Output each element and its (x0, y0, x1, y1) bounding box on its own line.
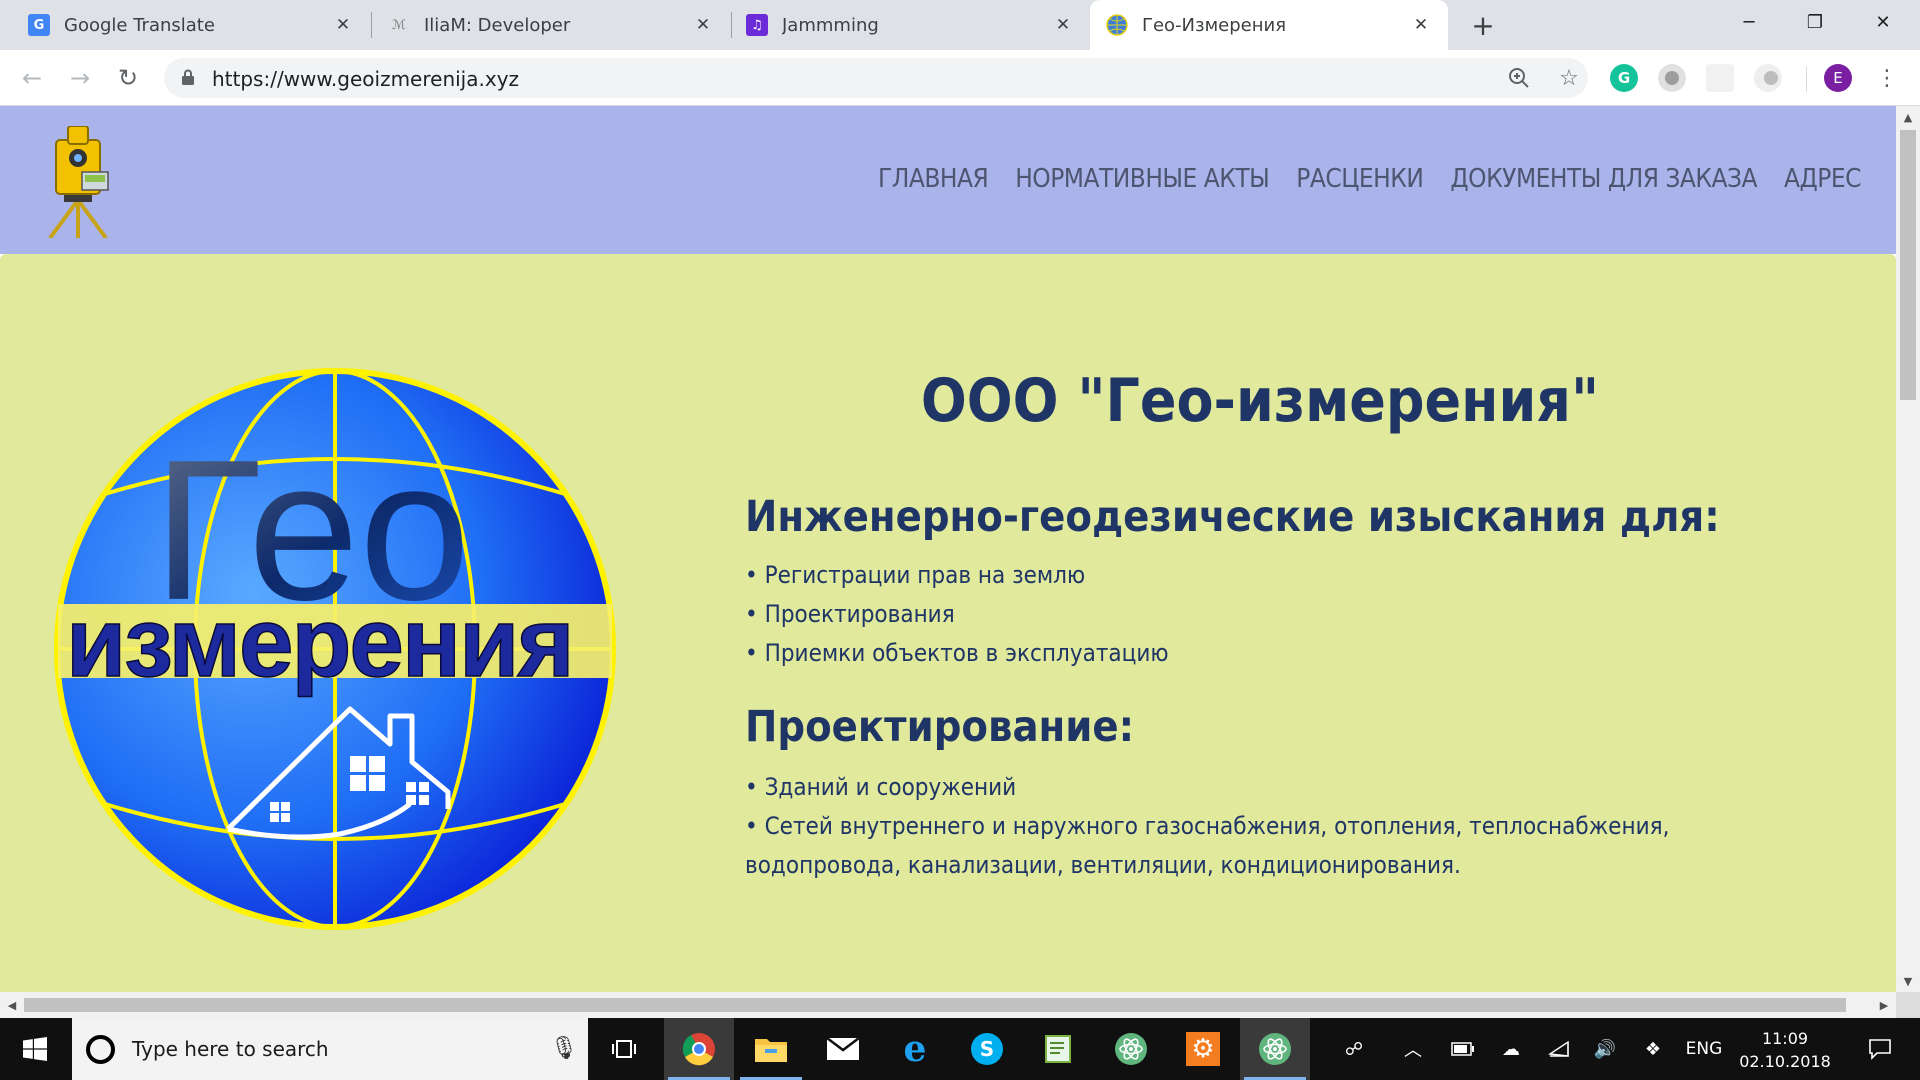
dropbox-icon[interactable]: ❖ (1636, 1018, 1670, 1080)
extension-circle-icon[interactable] (1658, 64, 1686, 92)
clock-date: 02.10.2018 (1739, 1052, 1831, 1071)
nav-link-home[interactable]: ГЛАВНАЯ (878, 164, 989, 194)
close-icon[interactable]: ✕ (1050, 12, 1076, 38)
skype-icon[interactable]: S (952, 1018, 1022, 1080)
people-icon[interactable]: ☍ (1334, 1018, 1374, 1080)
browser-toolbar: ← → ↻ https://www.geoizmerenija.xyz ☆ G … (0, 50, 1920, 106)
close-icon[interactable]: ✕ (1408, 12, 1434, 38)
horizontal-scroll-thumb[interactable] (24, 998, 1846, 1012)
start-button[interactable] (0, 1018, 70, 1080)
tab-title: Гео-Измерения (1142, 14, 1287, 36)
forward-button[interactable]: → (62, 60, 98, 96)
atom-editor-active-icon[interactable] (1240, 1018, 1310, 1080)
address-bar[interactable]: https://www.geoizmerenija.xyz ☆ (164, 58, 1588, 98)
close-window-button[interactable]: ✕ (1850, 0, 1916, 44)
tab-google-translate[interactable]: G Google Translate ✕ (0, 0, 370, 50)
nav-link-documents[interactable]: ДОКУМЕНТЫ ДЛЯ ЗАКАЗА (1450, 164, 1757, 194)
windows-taskbar: Type here to search 🎙 e S ⚙ ☍ ︿ ☁ 🔊 ❖ EN… (0, 1018, 1920, 1080)
google-translate-icon: G (28, 14, 50, 36)
section-heading-design: Проектирование: (745, 702, 1135, 752)
list-item: • Сетей внутреннего и наружного газоснаб… (745, 812, 1670, 879)
tab-geo-izmerenija[interactable]: Гео-Измерения ✕ (1090, 0, 1448, 50)
geo-izmerenija-logo: Гео измерения (54, 368, 616, 930)
restore-button[interactable]: ❐ (1782, 0, 1848, 44)
extension-moon-icon[interactable] (1754, 64, 1782, 92)
close-icon[interactable]: ✕ (690, 12, 716, 38)
url-text[interactable]: https://www.geoizmerenija.xyz (212, 67, 519, 91)
settings-app-icon[interactable]: ⚙ (1168, 1018, 1238, 1080)
toolbar-divider (1806, 66, 1807, 92)
notepad-plus-icon[interactable] (1024, 1018, 1094, 1080)
tab-title: Google Translate (64, 14, 215, 36)
microphone-icon[interactable]: 🎙 (550, 1036, 578, 1064)
list-item: • Проектирования (745, 600, 955, 628)
file-explorer-icon[interactable] (736, 1018, 806, 1080)
vertical-scrollbar[interactable]: ▲ ▼ (1896, 106, 1920, 992)
tab-title: IliaM: Developer (424, 14, 571, 36)
minimize-button[interactable]: ─ (1716, 0, 1782, 44)
jammming-icon: ♫ (746, 14, 768, 36)
survey-list: • Регистрации прав на землю • Проектиров… (745, 556, 1805, 673)
company-name: ООО "Гео-измерения" (920, 366, 1600, 436)
extension-square-icon[interactable] (1706, 64, 1734, 92)
total-station-logo[interactable] (42, 126, 114, 238)
back-button[interactable]: ← (14, 60, 50, 96)
globe-icon (1106, 14, 1128, 36)
tab-jammming[interactable]: ♫ Jammming ✕ (732, 0, 1090, 50)
system-clock[interactable]: 11:09 02.10.2018 (1730, 1027, 1840, 1073)
input-language[interactable]: ENG (1682, 1018, 1726, 1080)
horizontal-scrollbar[interactable]: ◀ ▶ (0, 992, 1896, 1018)
signature-icon: ℳ (392, 17, 406, 33)
browser-menu-icon[interactable]: ⋮ (1872, 62, 1902, 94)
lock-icon[interactable] (182, 69, 194, 85)
taskbar-search[interactable]: Type here to search 🎙 (72, 1018, 588, 1080)
site-nav: ГЛАВНАЯ НОРМАТИВНЫЕ АКТЫ РАСЦЕНКИ ДОКУМЕ… (878, 164, 1862, 194)
internet-explorer-icon[interactable]: e (880, 1018, 950, 1080)
scroll-down-arrow-icon[interactable]: ▼ (1896, 970, 1920, 992)
battery-icon[interactable] (1446, 1018, 1480, 1080)
cortana-icon (86, 1035, 115, 1064)
list-item: • Зданий и сооружений (745, 773, 1017, 801)
section-heading-surveys: Инженерно-геодезические изыскания для: (745, 492, 1720, 542)
site-header: ГЛАВНАЯ НОРМАТИВНЫЕ АКТЫ РАСЦЕНКИ ДОКУМЕ… (0, 106, 1896, 254)
profile-avatar[interactable]: E (1824, 64, 1852, 92)
nav-link-prices[interactable]: РАСЦЕНКИ (1296, 164, 1424, 194)
action-center-icon[interactable] (1850, 1018, 1910, 1080)
tab-strip: G Google Translate ✕ ℳ IliaM: Developer … (0, 0, 1920, 50)
chrome-taskbar-icon[interactable] (664, 1018, 734, 1080)
logo-word-izmerenija: измерения (66, 587, 573, 697)
nav-link-regulations[interactable]: НОРМАТИВНЫЕ АКТЫ (1015, 164, 1270, 194)
new-tab-button[interactable]: + (1466, 8, 1500, 42)
reload-button[interactable]: ↻ (110, 60, 146, 96)
main-content: Гео измерения ООО "Гео-измерения" Инжене… (0, 254, 1896, 1018)
scrollbar-corner (1896, 992, 1920, 1018)
list-item: • Приемки объектов в эксплуатацию (745, 639, 1169, 667)
zoom-icon[interactable] (1504, 63, 1534, 93)
nav-link-address[interactable]: АДРЕС (1784, 164, 1862, 194)
tab-iliam-developer[interactable]: ℳ IliaM: Developer ✕ (372, 0, 730, 50)
onedrive-cloud-icon[interactable]: ☁ (1494, 1018, 1528, 1080)
vertical-scroll-thumb[interactable] (1900, 130, 1916, 400)
wifi-icon[interactable] (1542, 1018, 1576, 1080)
grammarly-icon[interactable]: G (1610, 64, 1638, 92)
page-viewport: ГЛАВНАЯ НОРМАТИВНЫЕ АКТЫ РАСЦЕНКИ ДОКУМЕ… (0, 106, 1920, 1018)
close-icon[interactable]: ✕ (330, 12, 356, 38)
atom-editor-icon[interactable] (1096, 1018, 1166, 1080)
clock-time: 11:09 (1761, 1029, 1809, 1048)
bookmark-star-icon[interactable]: ☆ (1554, 63, 1584, 93)
list-item: • Регистрации прав на землю (745, 561, 1086, 589)
scroll-right-arrow-icon[interactable]: ▶ (1872, 992, 1896, 1018)
mail-icon[interactable] (808, 1018, 878, 1080)
show-hidden-icons-chevron-icon[interactable]: ︿ (1396, 1018, 1430, 1080)
volume-icon[interactable]: 🔊 (1588, 1018, 1622, 1080)
search-placeholder[interactable]: Type here to search (132, 1037, 329, 1061)
task-view-icon[interactable] (590, 1018, 660, 1080)
scroll-left-arrow-icon[interactable]: ◀ (0, 992, 24, 1018)
scroll-up-arrow-icon[interactable]: ▲ (1896, 106, 1920, 128)
windows-logo-icon (23, 1037, 47, 1061)
tab-title: Jammming (782, 14, 879, 36)
design-list: • Зданий и сооружений • Сетей внутреннег… (745, 768, 1805, 885)
